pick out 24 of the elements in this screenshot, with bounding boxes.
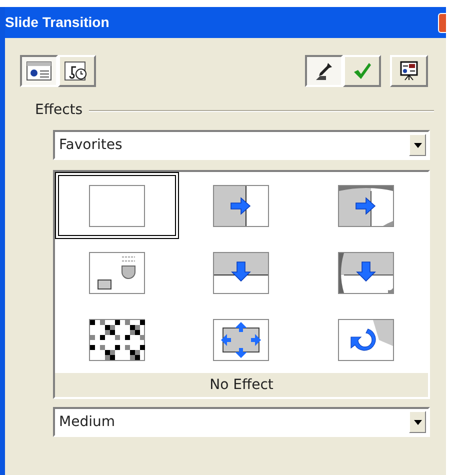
expand-icon (213, 318, 270, 360)
fly-in-icon (89, 252, 146, 294)
blank-slide-icon (89, 184, 146, 226)
dropdown-value: Favorites (58, 136, 124, 154)
effect-tile[interactable] (55, 172, 180, 239)
speed-dropdown[interactable]: Medium (53, 407, 430, 437)
push-down-icon (213, 252, 270, 294)
presentation-icon (399, 61, 419, 81)
slide-effects-icon (26, 61, 52, 81)
cover-down-icon (338, 252, 394, 294)
effect-caption: No Effect (55, 373, 428, 397)
dissolve-icon (89, 318, 146, 360)
rotate-icon (338, 318, 394, 360)
section-label: Effects (35, 101, 83, 120)
window-title: Slide Transition (5, 13, 110, 32)
eyedropper-icon (314, 61, 334, 81)
cover-right-icon (338, 184, 394, 226)
category-dropdown[interactable]: Favorites (53, 130, 430, 160)
checkmark-icon (352, 61, 372, 81)
push-right-icon (213, 184, 270, 226)
close-icon[interactable] (438, 12, 446, 32)
dropdown-value: Medium (58, 412, 116, 432)
toolbar-button[interactable] (20, 55, 58, 87)
toolbar-button[interactable] (305, 55, 343, 87)
